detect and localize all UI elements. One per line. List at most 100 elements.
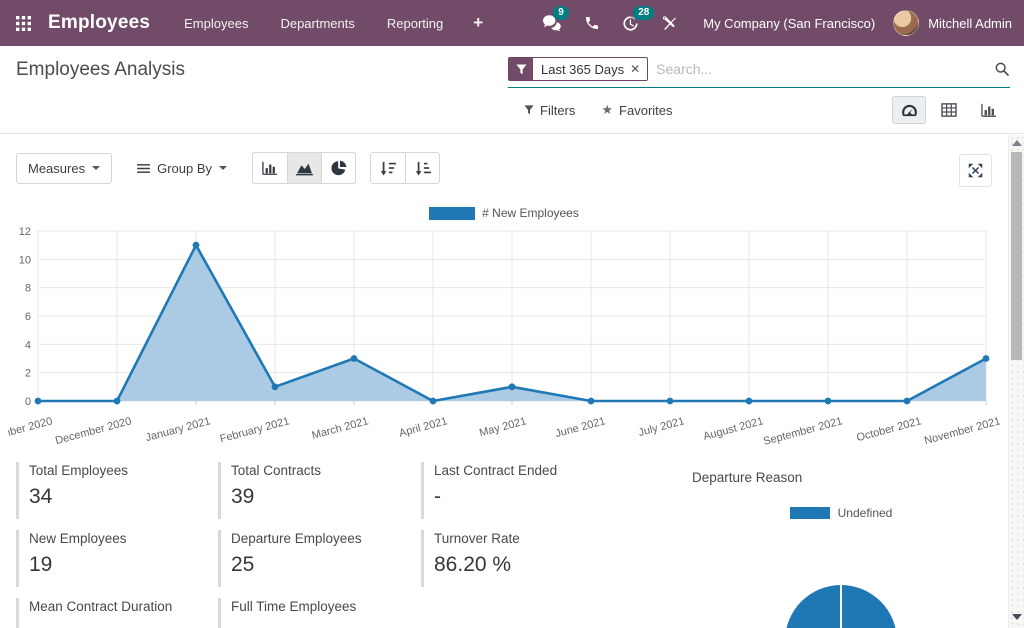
app-brand[interactable]: Employees xyxy=(46,12,168,34)
svg-text:November 2021: November 2021 xyxy=(923,415,1000,447)
filters-label: Filters xyxy=(540,103,575,118)
activities-button[interactable]: 28 xyxy=(611,0,650,46)
kpi-card[interactable]: Total Employees34 xyxy=(16,462,218,519)
user-avatar[interactable] xyxy=(893,10,919,36)
pie-chart-type-button[interactable] xyxy=(321,153,355,183)
legend-label: # New Employees xyxy=(482,206,579,220)
calls-button[interactable] xyxy=(573,0,611,46)
navbar-systray: 9 28 M xyxy=(531,0,1024,46)
funnel-icon xyxy=(516,64,527,75)
kpi-card[interactable]: Turnover Rate86.20 % xyxy=(421,530,676,587)
chart-legend[interactable]: # New Employees xyxy=(0,206,1008,220)
messages-badge: 9 xyxy=(553,6,569,20)
new-record-plus-button[interactable]: + xyxy=(459,0,497,46)
facet-label: Last 365 Days xyxy=(533,58,630,80)
search-icon[interactable] xyxy=(994,61,1010,77)
favorites-label: Favorites xyxy=(619,103,672,118)
apps-menu-icon[interactable] xyxy=(0,0,46,46)
kpi-card[interactable]: Full Time Employees xyxy=(218,598,421,628)
company-name[interactable]: My Company (San Francisco) xyxy=(689,16,893,31)
navbar-left: Employees Employees Departments Reportin… xyxy=(0,0,497,46)
search-facet[interactable]: Last 365 Days ✕ xyxy=(508,57,648,81)
kpi-value: 34 xyxy=(29,485,218,509)
page-title: Employees Analysis xyxy=(16,59,185,81)
kpi-label: Departure Employees xyxy=(231,531,421,546)
kpi-label: Last Contract Ended xyxy=(434,463,676,478)
chevron-down-icon xyxy=(219,166,227,170)
kpi-value: 25 xyxy=(231,553,421,577)
svg-text:April 2021: April 2021 xyxy=(398,415,449,439)
list-icon xyxy=(137,163,150,174)
vertical-scrollbar[interactable] xyxy=(1008,135,1024,628)
expand-button[interactable] xyxy=(959,154,992,187)
bar-chart-icon xyxy=(262,161,278,176)
svg-text:October 2021: October 2021 xyxy=(855,415,922,444)
tools-icon xyxy=(661,15,678,32)
departure-reason-section: Departure Reason Undefined xyxy=(676,462,1006,628)
area-chart-icon xyxy=(296,161,313,176)
svg-text:September 2021: September 2021 xyxy=(762,415,844,448)
sort-ascending-button[interactable] xyxy=(405,153,439,183)
svg-text:November 2020: November 2020 xyxy=(8,415,54,447)
scrollbar-thumb[interactable] xyxy=(1011,152,1022,360)
phone-icon xyxy=(584,15,600,31)
expand-arrows-icon xyxy=(968,163,983,178)
svg-text:0: 0 xyxy=(25,396,31,408)
measures-button[interactable]: Measures xyxy=(16,153,112,184)
search-area: Last 365 Days ✕ xyxy=(508,57,1010,88)
search-input[interactable] xyxy=(656,61,994,77)
top-navbar: Employees Employees Departments Reportin… xyxy=(0,0,1024,46)
star-icon: ★ xyxy=(601,102,613,118)
menu-reporting[interactable]: Reporting xyxy=(371,0,459,46)
filter-facet-icon xyxy=(509,58,533,80)
view-pivot-button[interactable] xyxy=(932,96,966,124)
svg-text:January 2021: January 2021 xyxy=(144,415,212,444)
filters-row: Filters ★ Favorites xyxy=(524,102,673,118)
tools-button[interactable] xyxy=(650,0,689,46)
menu-employees[interactable]: Employees xyxy=(168,0,264,46)
facet-remove-icon[interactable]: ✕ xyxy=(630,58,647,80)
bar-chart-type-button[interactable] xyxy=(253,153,287,183)
user-name[interactable]: Mitchell Admin xyxy=(919,16,1012,31)
svg-text:March 2021: March 2021 xyxy=(311,415,370,442)
kpi-label: Total Contracts xyxy=(231,463,421,478)
favorites-button[interactable]: ★ Favorites xyxy=(601,102,672,118)
pie-legend-swatch xyxy=(790,507,830,519)
group-by-label: Group By xyxy=(157,161,212,176)
sort-asc-icon xyxy=(415,161,431,176)
view-switcher xyxy=(892,96,1006,124)
view-dashboard-button[interactable] xyxy=(892,96,926,124)
employees-analysis-page: Employees Employees Departments Reportin… xyxy=(0,0,1024,628)
grid-icon xyxy=(16,16,31,31)
scroll-up-icon[interactable] xyxy=(1012,140,1022,146)
svg-text:December 2020: December 2020 xyxy=(54,415,133,447)
kpi-label: Turnover Rate xyxy=(434,531,676,546)
menu-departments[interactable]: Departments xyxy=(264,0,370,46)
scroll-down-icon[interactable] xyxy=(1012,614,1022,620)
sort-descending-button[interactable] xyxy=(371,153,405,183)
new-employees-line-chart: 024681012November 2020December 2020Janua… xyxy=(8,223,1000,455)
dashboard-content: Measures Group By xyxy=(0,135,1008,628)
graph-toolbar: Measures Group By xyxy=(16,152,440,184)
search-bar: Last 365 Days ✕ xyxy=(508,57,1010,88)
kpi-label: Full Time Employees xyxy=(231,599,421,614)
kpi-card[interactable]: Departure Employees 25 xyxy=(218,530,421,587)
kpi-card[interactable]: Mean Contract Duration xyxy=(16,598,218,628)
svg-text:June 2021: June 2021 xyxy=(554,415,607,440)
filters-button[interactable]: Filters xyxy=(524,103,575,118)
kpi-card[interactable]: Total Contracts39 xyxy=(218,462,421,519)
kpi-card[interactable]: Last Contract Ended- xyxy=(421,462,676,519)
svg-text:8: 8 xyxy=(25,283,31,295)
kpi-value: 19 xyxy=(29,553,218,577)
departure-reason-pie-chart xyxy=(676,522,1006,628)
view-graph-button[interactable] xyxy=(972,96,1006,124)
svg-text:2: 2 xyxy=(25,368,31,380)
pie-legend[interactable]: Undefined xyxy=(676,506,1006,520)
messages-button[interactable]: 9 xyxy=(531,0,573,46)
chart-type-switcher xyxy=(252,152,356,184)
table-icon xyxy=(941,103,957,117)
line-chart-type-button[interactable] xyxy=(287,153,321,183)
kpi-card[interactable]: New Employees19 xyxy=(16,530,218,587)
group-by-button[interactable]: Group By xyxy=(126,153,238,184)
sort-switcher xyxy=(370,152,440,184)
